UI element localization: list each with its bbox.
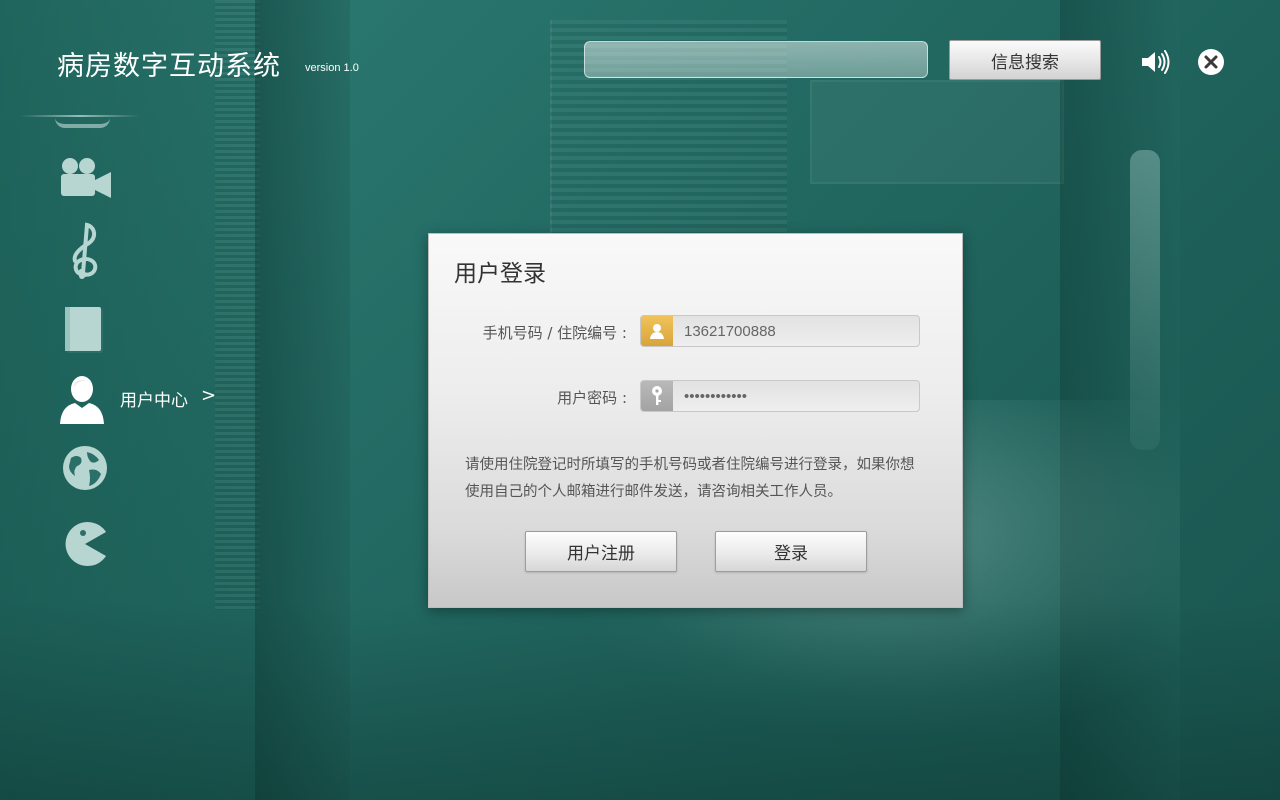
sidebar-item-user-center-label: 用户中心 — [120, 391, 188, 411]
app-screen: 病房数字互动系统 version 1.0 信息搜索 用户中心 > 用户登录 手机… — [0, 0, 1280, 800]
sidebar-item-books[interactable] — [55, 302, 115, 358]
music-note-icon — [65, 221, 105, 279]
login-dialog-title: 用户登录 — [454, 261, 546, 287]
app-title: 病房数字互动系统 — [57, 51, 281, 82]
app-version: version 1.0 — [305, 62, 359, 74]
phone-field — [640, 315, 920, 347]
chevron-right-icon: > — [201, 385, 217, 406]
password-input[interactable] — [674, 381, 919, 411]
video-camera-icon — [57, 156, 113, 200]
login-instructions: 请使用住院登记时所填写的手机号码或者住院编号进行登录，如果你想使用自己的个人邮箱… — [465, 457, 915, 500]
phone-input[interactable] — [674, 316, 919, 346]
background-iv-stand — [1130, 150, 1160, 450]
search-button[interactable]: 信息搜索 — [949, 40, 1101, 80]
sidebar-scroll-fragment — [55, 112, 110, 128]
key-icon — [641, 381, 673, 411]
globe-icon — [61, 444, 109, 492]
login-button[interactable]: 登录 — [715, 531, 867, 572]
password-field — [640, 380, 920, 412]
pacman-icon — [61, 520, 109, 568]
sidebar-item-user-center[interactable]: 用户中心 > — [55, 372, 217, 428]
search-button-label: 信息搜索 — [991, 52, 1059, 73]
login-dialog: 用户登录 手机号码 / 住院编号 : 用户密码 : — [428, 233, 963, 608]
sidebar-item-games[interactable] — [55, 516, 115, 572]
background-floor — [0, 600, 1280, 800]
register-button[interactable]: 用户注册 — [525, 531, 677, 572]
background-door — [1060, 0, 1180, 800]
book-icon — [63, 305, 107, 355]
sidebar-item-music[interactable] — [55, 221, 115, 279]
background-frame — [810, 80, 1064, 184]
background-window-blinds — [215, 0, 260, 610]
user-icon — [57, 374, 107, 428]
user-icon — [641, 316, 673, 346]
sidebar-item-globe[interactable] — [55, 440, 115, 496]
search-input[interactable] — [584, 41, 928, 78]
background-pillar — [255, 0, 350, 800]
sidebar-item-video[interactable] — [55, 150, 115, 206]
volume-icon[interactable] — [1140, 48, 1172, 76]
phone-label: 手机号码 / 住院编号 : — [482, 324, 627, 342]
login-button-label: 登录 — [774, 544, 808, 564]
password-label: 用户密码 : — [557, 389, 627, 407]
close-icon[interactable] — [1197, 48, 1225, 76]
register-button-label: 用户注册 — [567, 544, 635, 564]
